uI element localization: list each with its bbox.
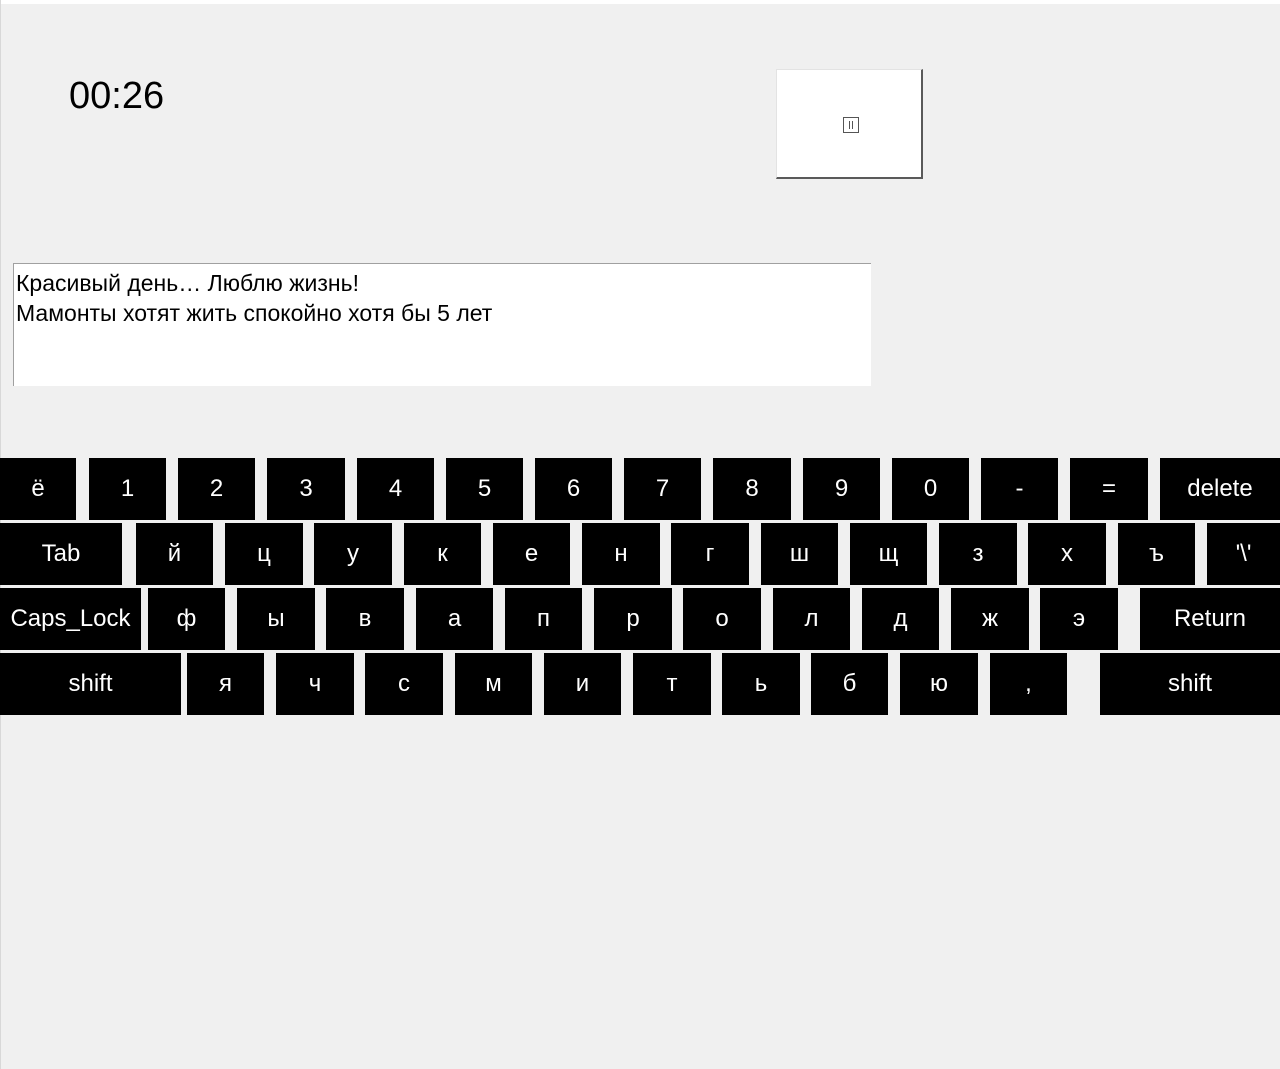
key-о[interactable]: о <box>683 588 761 650</box>
key-э[interactable]: э <box>1040 588 1118 650</box>
key-ш[interactable]: ш <box>761 523 838 585</box>
key-г[interactable]: г <box>671 523 749 585</box>
key-с[interactable]: с <box>365 653 443 715</box>
key-minus[interactable]: - <box>981 458 1058 520</box>
text-line-1: Красивый день… Люблю жизнь! <box>16 270 360 296</box>
key-з[interactable]: з <box>939 523 1017 585</box>
key-tab[interactable]: Tab <box>0 523 122 585</box>
key-comma[interactable]: , <box>990 653 1067 715</box>
text-line-2: Мамонты хотят жить спокойно хотя бы 5 ле… <box>16 300 493 326</box>
key-я[interactable]: я <box>187 653 264 715</box>
typing-trainer-window: 00:26 Красивый день… Люблю жизнь! Мамонт… <box>0 0 1280 1069</box>
key-ф[interactable]: ф <box>148 588 225 650</box>
key-ц[interactable]: ц <box>225 523 303 585</box>
key-6[interactable]: 6 <box>535 458 612 520</box>
key-й[interactable]: й <box>136 523 213 585</box>
key-4[interactable]: 4 <box>357 458 434 520</box>
key-е[interactable]: е <box>493 523 570 585</box>
key-ж[interactable]: ж <box>951 588 1029 650</box>
key-caps-lock[interactable]: Caps_Lock <box>0 588 141 650</box>
key-9[interactable]: 9 <box>803 458 880 520</box>
key-delete[interactable]: delete <box>1160 458 1280 520</box>
key-м[interactable]: м <box>455 653 532 715</box>
text-display[interactable]: Красивый день… Люблю жизнь! Мамонты хотя… <box>13 263 871 386</box>
key-б[interactable]: б <box>811 653 888 715</box>
key-1[interactable]: 1 <box>89 458 166 520</box>
timer-display: 00:26 <box>69 75 165 117</box>
pause-icon <box>843 117 859 133</box>
key-д[interactable]: д <box>862 588 939 650</box>
pause-button[interactable] <box>776 69 923 179</box>
key-ю[interactable]: ю <box>900 653 978 715</box>
key-backslash[interactable]: '\' <box>1207 523 1280 585</box>
key-ы[interactable]: ы <box>237 588 315 650</box>
key-3[interactable]: 3 <box>267 458 345 520</box>
key-п[interactable]: п <box>505 588 582 650</box>
key-2[interactable]: 2 <box>178 458 255 520</box>
key-т[interactable]: т <box>633 653 711 715</box>
top-border <box>0 0 1280 4</box>
key-в[interactable]: в <box>326 588 404 650</box>
key-н[interactable]: н <box>582 523 660 585</box>
key-shift-right[interactable]: shift <box>1100 653 1280 715</box>
key-8[interactable]: 8 <box>713 458 791 520</box>
key-shift-left[interactable]: shift <box>0 653 181 715</box>
key-return[interactable]: Return <box>1140 588 1280 650</box>
key-х[interactable]: х <box>1028 523 1106 585</box>
key-а[interactable]: а <box>416 588 493 650</box>
on-screen-keyboard: ё 1 2 3 4 5 6 7 8 9 0- = delete Tab й ц у к е н г ш щ з х ъ '\' Cap… <box>0 0 1280 1069</box>
key-к[interactable]: к <box>404 523 481 585</box>
key-л[interactable]: л <box>773 588 850 650</box>
key-7[interactable]: 7 <box>624 458 701 520</box>
key-5[interactable]: 5 <box>446 458 523 520</box>
key-ч[interactable]: ч <box>276 653 354 715</box>
key-ъ[interactable]: ъ <box>1118 523 1195 585</box>
key-ё[interactable]: ё <box>0 458 76 520</box>
key-0[interactable]: 0 <box>892 458 969 520</box>
key-ь[interactable]: ь <box>722 653 800 715</box>
key-у[interactable]: у <box>314 523 392 585</box>
key-и[interactable]: и <box>544 653 621 715</box>
key-р[interactable]: р <box>594 588 672 650</box>
key-equals[interactable]: = <box>1070 458 1148 520</box>
key-щ[interactable]: щ <box>850 523 927 585</box>
